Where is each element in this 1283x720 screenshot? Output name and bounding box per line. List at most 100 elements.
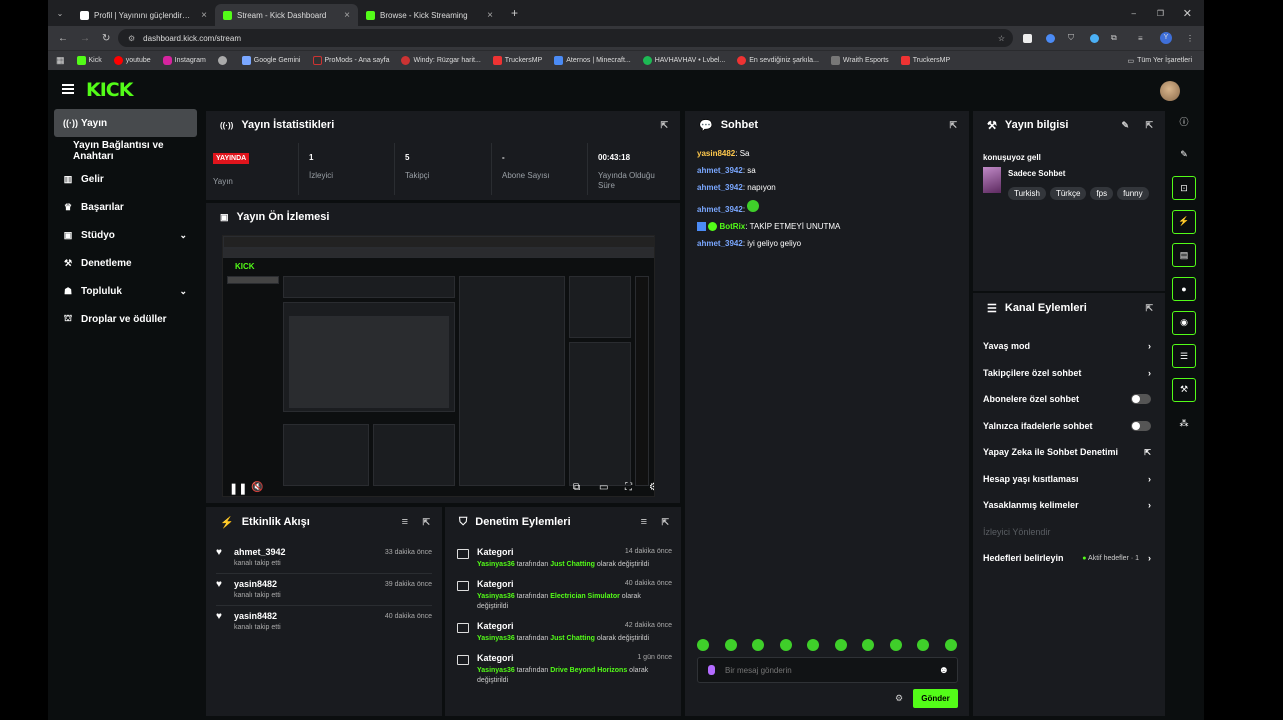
bookmark-star-icon[interactable]: ☆: [998, 34, 1005, 43]
chat-input[interactable]: [725, 665, 925, 675]
subscribers-only-toggle[interactable]: [1131, 394, 1151, 405]
edit-pencil-icon[interactable]: ✎: [1172, 143, 1196, 167]
bookmark-unnamed[interactable]: [217, 56, 230, 65]
category-name[interactable]: Sadece Sohbet: [1008, 169, 1065, 178]
back-icon[interactable]: ←: [58, 33, 68, 44]
emote-icon[interactable]: [697, 639, 709, 651]
filter-icon[interactable]: ≡: [641, 516, 647, 528]
emote-icon[interactable]: [834, 639, 847, 651]
popout-icon[interactable]: ⇱: [1145, 303, 1153, 314]
mod-user[interactable]: Yasinyas36: [477, 635, 515, 642]
pip-icon[interactable]: ⧉: [573, 482, 580, 493]
sidebar-item-stream-key[interactable]: Yayın Bağlantısı ve Anahtarı: [54, 137, 197, 165]
new-tab-icon[interactable]: +: [511, 6, 518, 20]
bookmark-youtube[interactable]: youtube: [113, 56, 151, 65]
bookmark-gemini[interactable]: Google Gemini: [241, 56, 301, 65]
chat-settings-gear-icon[interactable]: ⚙: [895, 693, 903, 704]
action-set-goals[interactable]: Hedefleri belirleyin ● Aktif hedefler · 1…: [983, 545, 1151, 572]
send-button[interactable]: Gönder: [913, 689, 958, 708]
action-slow-mode[interactable]: Yavaş mod ›: [983, 333, 1151, 360]
emoji-icon[interactable]: ☻: [938, 665, 949, 676]
emote-icon[interactable]: [889, 639, 902, 651]
share-icon[interactable]: ⁂: [1172, 411, 1196, 435]
sidebar-item-basarilar[interactable]: ♛ Başarılar: [54, 193, 197, 221]
chat-username[interactable]: ahmet_3942: [697, 183, 743, 192]
settings-gear-icon[interactable]: ⚙: [649, 482, 654, 493]
tab-search-icon[interactable]: ⌄: [48, 9, 72, 18]
chat-username[interactable]: ahmet_3942: [697, 166, 743, 175]
sidebar-item-denetleme[interactable]: ⚒ Denetleme: [54, 249, 197, 277]
bookmark-instagram[interactable]: Instagram: [162, 56, 206, 65]
tag[interactable]: Turkish: [1008, 187, 1046, 200]
bookmark-wraith[interactable]: Wraith Esports: [830, 56, 889, 65]
chat-username[interactable]: ahmet_3942: [697, 239, 743, 248]
maximize-icon[interactable]: ❐: [1157, 9, 1164, 18]
extension-icon[interactable]: [1090, 33, 1099, 43]
action-account-age[interactable]: Hesap yaşı kısıtlaması ›: [983, 466, 1151, 493]
bookmark-spotify[interactable]: HAVHAVHAV • Lvbel...: [642, 56, 725, 65]
chat-username[interactable]: yasin8482: [697, 149, 735, 158]
emote-icon[interactable]: [779, 639, 792, 651]
extensions-puzzle-icon[interactable]: ⧉: [1111, 33, 1117, 43]
emotes-only-toggle[interactable]: [1131, 420, 1151, 431]
minimize-icon[interactable]: –: [1132, 9, 1136, 18]
user-avatar[interactable]: [1160, 81, 1180, 101]
sidebar-item-yayin[interactable]: ((·)) Yayın: [54, 109, 197, 137]
mute-icon[interactable]: 🔇: [251, 482, 263, 493]
shield-extension-icon[interactable]: ⛉: [1068, 33, 1074, 43]
sidebar-item-gelir[interactable]: ▥ Gelir: [54, 165, 197, 193]
bookmark-windy[interactable]: Windy: Rüzgar harit...: [401, 56, 481, 65]
tag[interactable]: fps: [1090, 187, 1114, 200]
emote-icon[interactable]: [752, 639, 765, 651]
emote-icon[interactable]: [724, 639, 737, 651]
mod-user[interactable]: Yasinyas36: [477, 667, 515, 674]
info-icon[interactable]: ⓘ: [1172, 109, 1196, 133]
emote-icon[interactable]: [862, 639, 875, 651]
screen-capture-icon[interactable]: ⊡: [1172, 176, 1196, 201]
extension-icon[interactable]: [1023, 33, 1032, 43]
reload-icon[interactable]: ↻: [102, 33, 110, 44]
url-field[interactable]: ⚙ dashboard.kick.com/stream ☆: [118, 29, 1013, 47]
apps-grid-icon[interactable]: ▦: [56, 55, 65, 66]
pause-icon[interactable]: ❚❚: [229, 482, 247, 495]
action-followers-only[interactable]: Takipçilere özel sohbet ›: [983, 360, 1151, 387]
emote-icon[interactable]: [807, 639, 820, 651]
popout-icon[interactable]: ⇱: [660, 120, 668, 131]
bookmark-promods[interactable]: ProMods - Ana sayfa: [312, 56, 389, 65]
menu-dots-icon[interactable]: ⋮: [1186, 34, 1194, 43]
hamburger-menu-icon[interactable]: [62, 84, 74, 94]
category-thumbnail[interactable]: [983, 167, 1001, 193]
mod-category[interactable]: Just Chatting: [550, 561, 595, 568]
sidebar-item-droplar[interactable]: ⛫ Droplar ve ödüller: [54, 305, 197, 333]
list-icon[interactable]: ☰: [1172, 344, 1196, 369]
mod-category[interactable]: Drive Beyond Horizons: [550, 667, 627, 674]
mod-user[interactable]: Yasinyas36: [477, 561, 515, 568]
chat-username[interactable]: BotRix: [719, 222, 745, 231]
filter-icon[interactable]: ≡: [402, 516, 408, 528]
lightning-icon[interactable]: ⚡: [1172, 209, 1196, 234]
bookmark-songs[interactable]: En sevdiğiniz şarkıla...: [737, 56, 819, 65]
forward-icon[interactable]: →: [80, 33, 90, 44]
mod-category[interactable]: Just Chatting: [550, 635, 595, 642]
bookmark-truckersmp[interactable]: TruckersMP: [492, 56, 542, 65]
close-icon[interactable]: ×: [201, 10, 207, 21]
popout-icon[interactable]: ⇱: [661, 517, 669, 528]
sidebar-item-studyo[interactable]: ▣ Stüdyo ⌄: [54, 221, 197, 249]
tag[interactable]: Türkçe: [1049, 187, 1087, 200]
tag[interactable]: funny: [1117, 187, 1149, 200]
action-ai-moderation[interactable]: Yapay Zeka ile Sohbet Denetimi ⇱: [983, 439, 1151, 466]
wrench-icon[interactable]: ⚒: [1172, 377, 1196, 402]
emote-icon[interactable]: [917, 639, 930, 651]
popout-icon[interactable]: ⇱: [1145, 120, 1153, 131]
mod-category[interactable]: Electrician Simulator: [550, 593, 620, 600]
bookmark-truckersmp-2[interactable]: TruckersMP: [900, 56, 950, 65]
fullscreen-icon[interactable]: ⛶: [625, 482, 632, 493]
reading-list-icon[interactable]: ≡: [1138, 34, 1143, 43]
broadcast-icon[interactable]: ◉: [1172, 310, 1196, 335]
bookmark-kick[interactable]: Kick: [76, 56, 102, 65]
site-info-icon[interactable]: ⚙: [128, 34, 135, 43]
edit-pencil-icon[interactable]: ✎: [1121, 120, 1129, 131]
popout-icon[interactable]: ⇱: [949, 120, 957, 131]
extension-icon[interactable]: [1046, 33, 1055, 43]
bookmark-aternos[interactable]: Aternos | Minecraft...: [554, 56, 631, 65]
